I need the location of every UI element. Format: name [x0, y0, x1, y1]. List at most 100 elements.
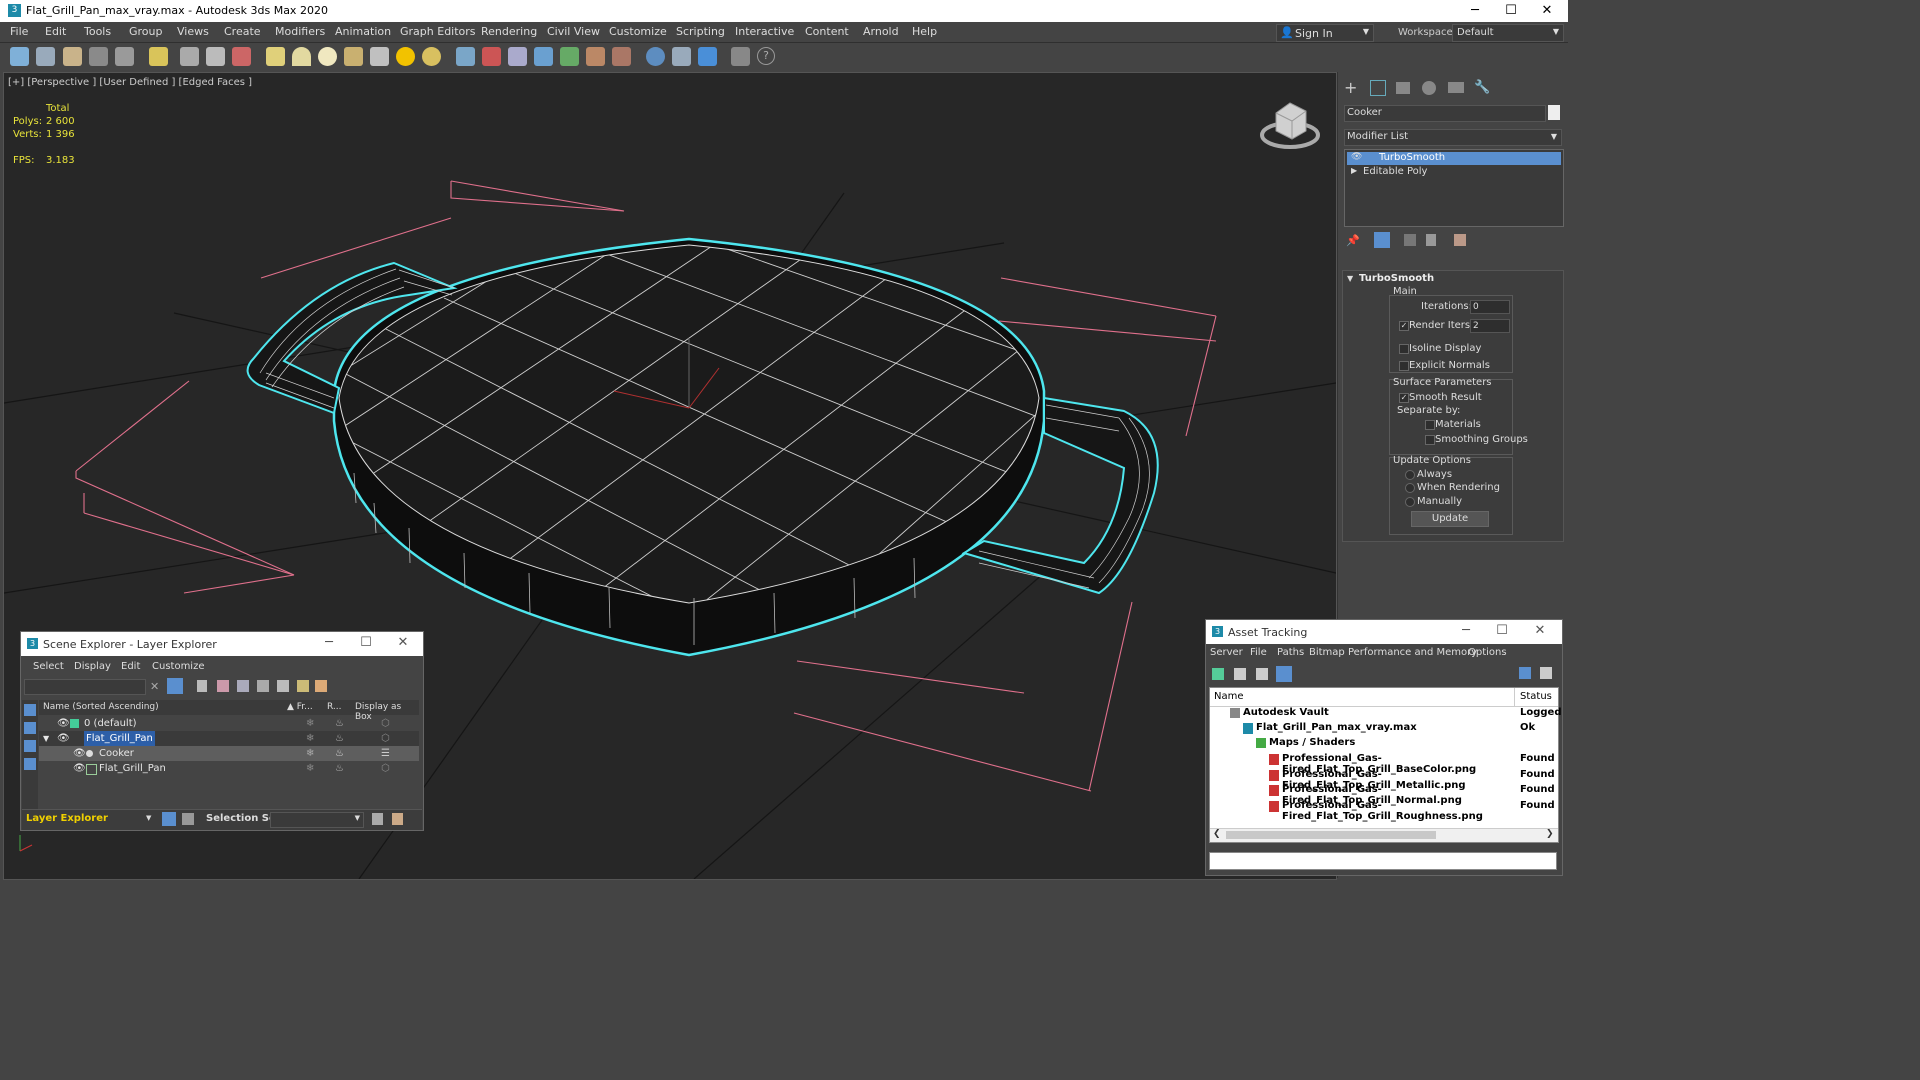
hierarchy-icon[interactable] [182, 813, 194, 825]
menu-views[interactable]: Views [177, 25, 209, 38]
modify-tab-icon[interactable] [1370, 80, 1386, 96]
materials-checkbox[interactable] [1425, 420, 1435, 430]
new-layer-icon[interactable] [217, 680, 229, 692]
column-status[interactable]: Status [1520, 691, 1552, 702]
asset-row[interactable]: Professional_Gas-Fired_Flat_Top_Grill_Ba… [1210, 752, 1558, 775]
render-icon[interactable] [698, 47, 717, 66]
hierarchy-icon[interactable] [257, 680, 269, 692]
stack-item-turbosmooth[interactable]: 👁 TurboSmooth [1347, 152, 1561, 165]
hemisphere-icon[interactable] [292, 47, 311, 66]
render-frame-icon[interactable] [672, 47, 691, 66]
teapot-icon[interactable]: ♨ [335, 746, 344, 761]
box-icon[interactable]: ⬡ [381, 716, 390, 731]
menu-file[interactable]: File [10, 25, 28, 38]
eye-icon[interactable]: 👁 [73, 761, 86, 776]
column-frozen[interactable]: ▲ Fr... [287, 702, 313, 712]
smoothing-groups-checkbox[interactable] [1425, 435, 1435, 445]
object-row[interactable]: 👁 Flat_Grill_Pan ❄ ♨ ⬡ [39, 761, 419, 776]
maximize-button[interactable]: ☐ [354, 635, 378, 650]
minimize-button[interactable]: ─ [317, 635, 341, 650]
layers-icon[interactable]: ☰ [381, 746, 390, 761]
sync-selection-icon[interactable] [315, 680, 327, 692]
asset-row[interactable]: Professional_Gas-Fired_Flat_Top_Grill_Ro… [1210, 799, 1558, 822]
menu-tools[interactable]: Tools [84, 25, 111, 38]
menu-file[interactable]: File [1250, 647, 1267, 658]
object-color-swatch[interactable] [1548, 105, 1560, 120]
column-name[interactable]: Name (Sorted Ascending) [43, 702, 159, 712]
dynamics-icon[interactable] [482, 47, 501, 66]
help-icon[interactable]: ? [757, 47, 775, 65]
explorer-type-dropdown[interactable]: Layer Explorer [26, 813, 108, 824]
asset-row[interactable]: Autodesk Vault Logged [1210, 706, 1562, 721]
highlight-icon[interactable] [297, 680, 309, 692]
fur-icon[interactable] [560, 47, 579, 66]
sign-in-dropdown[interactable]: 👤 Sign In ▼ [1276, 24, 1374, 42]
stack-item-editable-poly[interactable]: ▶ Editable Poly [1347, 166, 1561, 179]
teapot-icon[interactable]: ♨ [335, 716, 344, 731]
menu-customize[interactable]: Customize [152, 661, 205, 672]
menu-options[interactable]: Options [1468, 647, 1507, 658]
particle-icon[interactable] [456, 47, 475, 66]
viewport-label[interactable]: [+] [Perspective ] [User Defined ] [Edge… [8, 77, 252, 88]
display-geometry-icon[interactable] [24, 722, 36, 734]
lock-icon[interactable] [197, 680, 207, 692]
asset-row[interactable]: Flat_Grill_Pan_max_vray.max Ok [1210, 721, 1558, 736]
scrollbar-thumb[interactable] [1226, 831, 1436, 839]
menu-bitmap-performance[interactable]: Bitmap Performance and Memory [1309, 647, 1477, 658]
box-icon[interactable] [266, 47, 285, 66]
minimize-button[interactable]: ─ [1456, 0, 1494, 22]
search-input[interactable] [24, 679, 146, 695]
grid-view-icon[interactable] [1276, 666, 1292, 682]
edit-selection-icon[interactable] [392, 813, 403, 825]
clear-search-icon[interactable]: ✕ [150, 680, 159, 693]
update-button[interactable]: Update [1411, 511, 1489, 527]
remove-modifier-icon[interactable] [1426, 234, 1436, 246]
layer-manager-icon[interactable] [731, 47, 750, 66]
selection-set-dropdown[interactable]: ▼ [270, 812, 364, 828]
undo-icon[interactable] [10, 47, 29, 66]
redo-icon[interactable] [36, 47, 55, 66]
material-icon[interactable] [612, 47, 631, 66]
cone-icon[interactable] [370, 47, 389, 66]
sun-icon[interactable] [396, 47, 415, 66]
layers-icon[interactable] [277, 680, 289, 692]
object-name-field[interactable]: Cooker [1344, 105, 1546, 122]
asset-tracking-titlebar[interactable]: 3 Asset Tracking ─ ☐ ✕ [1206, 620, 1562, 644]
explicit-normals-checkbox[interactable] [1399, 361, 1409, 371]
box-icon[interactable]: ⬡ [381, 761, 390, 776]
rollout-title[interactable]: TurboSmooth [1359, 273, 1434, 284]
select-by-name-icon[interactable] [206, 47, 225, 66]
create-tab-icon[interactable]: + [1344, 80, 1360, 96]
menu-scripting[interactable]: Scripting [676, 25, 725, 38]
menu-modifiers[interactable]: Modifiers [275, 25, 325, 38]
display-cameras-icon[interactable] [24, 758, 36, 770]
menu-edit[interactable]: Edit [121, 661, 140, 672]
help-icon[interactable] [1519, 667, 1531, 679]
menu-create[interactable]: Create [224, 25, 261, 38]
add-to-layer-icon[interactable] [237, 680, 249, 692]
freeze-icon[interactable]: ❄ [306, 731, 314, 746]
teapot-icon[interactable]: ♨ [335, 761, 344, 776]
freeze-icon[interactable]: ❄ [306, 716, 314, 731]
hair-icon[interactable] [586, 47, 605, 66]
maximize-button[interactable]: ☐ [1490, 623, 1514, 638]
box-icon[interactable]: ⬡ [381, 731, 390, 746]
close-button[interactable]: ✕ [391, 635, 415, 650]
unlink-icon[interactable] [89, 47, 108, 66]
pin-stack-icon[interactable]: 📌 [1346, 234, 1360, 247]
menu-interactive[interactable]: Interactive [735, 25, 794, 38]
render-iters-spinner[interactable]: 2 [1470, 319, 1510, 333]
collapse-icon[interactable]: ▼ [43, 731, 49, 746]
eye-icon[interactable]: 👁 [1351, 152, 1362, 162]
object-row[interactable]: 👁 Cooker ❄ ♨ ☰ [39, 746, 419, 761]
iterations-spinner[interactable]: 0 [1470, 300, 1510, 314]
layer-explorer-icon[interactable] [162, 812, 176, 826]
menu-animation[interactable]: Animation [335, 25, 391, 38]
configure-sets-icon[interactable] [1454, 234, 1466, 246]
display-tab-icon[interactable] [1448, 82, 1464, 93]
layer-row[interactable]: ▼ 👁 Flat_Grill_Pan ❄ ♨ ⬡ [39, 731, 419, 746]
list-view-icon[interactable] [1234, 668, 1246, 680]
workspace-select[interactable]: Default ▼ [1452, 24, 1564, 42]
make-unique-icon[interactable] [1404, 234, 1416, 246]
menu-server[interactable]: Server [1210, 647, 1243, 658]
